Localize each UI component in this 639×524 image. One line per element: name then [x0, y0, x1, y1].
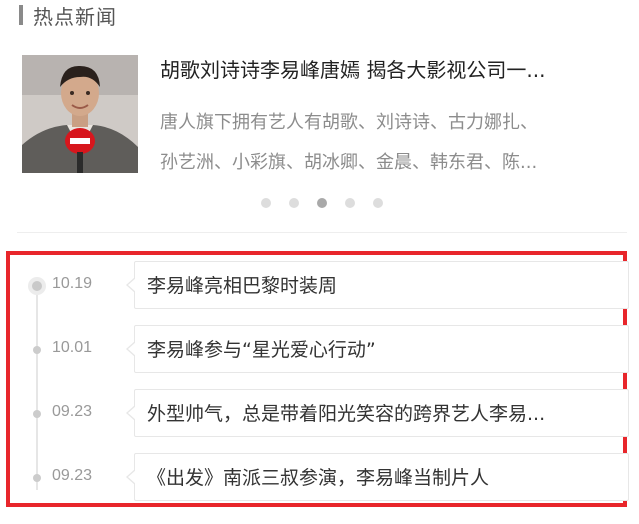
timeline-news-link[interactable]: 李易峰参与“星光爱心行动”	[126, 325, 629, 373]
featured-news[interactable]: 胡歌刘诗诗李易峰唐嫣 揭各大影视公司一... 唐人旗下拥有艺人有胡歌、刘诗诗、古…	[22, 55, 622, 175]
timeline-news-link[interactable]: 《出发》南派三叔参演，李易峰当制片人	[126, 453, 629, 501]
timeline-news-link[interactable]: 李易峰亮相巴黎时装周	[126, 261, 629, 309]
timeline-headline: 李易峰亮相巴黎时装周	[147, 275, 338, 297]
timeline-item: 10.01 李易峰参与“星光爱心行动”	[10, 325, 629, 375]
pager-dot[interactable]	[373, 198, 383, 208]
summary-line: 孙艺洲、小彩旗、胡冰卿、金晨、韩东君、陈...	[160, 152, 538, 173]
timeline-item: 09.23 外型帅气，总是带着阳光笑容的跨界艺人李易...	[10, 389, 629, 439]
timeline-headline: 外型帅气，总是带着阳光笑容的跨界艺人李易...	[147, 403, 546, 425]
section-divider	[17, 232, 627, 233]
timeline-date: 09.23	[52, 403, 93, 420]
timeline-dot	[33, 346, 41, 354]
timeline-date: 10.01	[52, 339, 93, 356]
timeline-date: 10.19	[52, 275, 93, 292]
summary-line: 唐人旗下拥有艺人有胡歌、刘诗诗、古力娜扎、	[160, 112, 538, 133]
featured-thumbnail-image[interactable]	[22, 55, 138, 173]
pager-dot[interactable]	[289, 198, 299, 208]
featured-summary: 唐人旗下拥有艺人有胡歌、刘诗诗、古力娜扎、 孙艺洲、小彩旗、胡冰卿、金晨、韩东君…	[160, 103, 622, 183]
pager-dot[interactable]	[261, 198, 271, 208]
section-accent-bar	[19, 5, 23, 25]
timeline-dot	[33, 474, 41, 482]
pager-dot[interactable]	[345, 198, 355, 208]
timeline-headline: 《出发》南派三叔参演，李易峰当制片人	[147, 467, 490, 489]
carousel-pager	[0, 198, 639, 208]
section-header: 热点新闻	[19, 1, 117, 29]
featured-title-link[interactable]: 胡歌刘诗诗李易峰唐嫣 揭各大影视公司一...	[160, 57, 622, 83]
news-timeline: 10.19 李易峰亮相巴黎时装周 10.01 李易峰参与“星光爱心行动” 09.…	[6, 251, 629, 507]
pager-dot-active[interactable]	[317, 198, 327, 208]
timeline-date: 09.23	[52, 467, 93, 484]
timeline-headline: 李易峰参与“星光爱心行动”	[147, 339, 376, 361]
timeline-item: 09.23 《出发》南派三叔参演，李易峰当制片人	[10, 453, 629, 503]
timeline-dot-current	[28, 277, 46, 295]
section-title: 热点新闻	[33, 4, 117, 29]
timeline-news-link[interactable]: 外型帅气，总是带着阳光笑容的跨界艺人李易...	[126, 389, 629, 437]
timeline-item: 10.19 李易峰亮相巴黎时装周	[10, 261, 629, 311]
timeline-dot	[33, 410, 41, 418]
